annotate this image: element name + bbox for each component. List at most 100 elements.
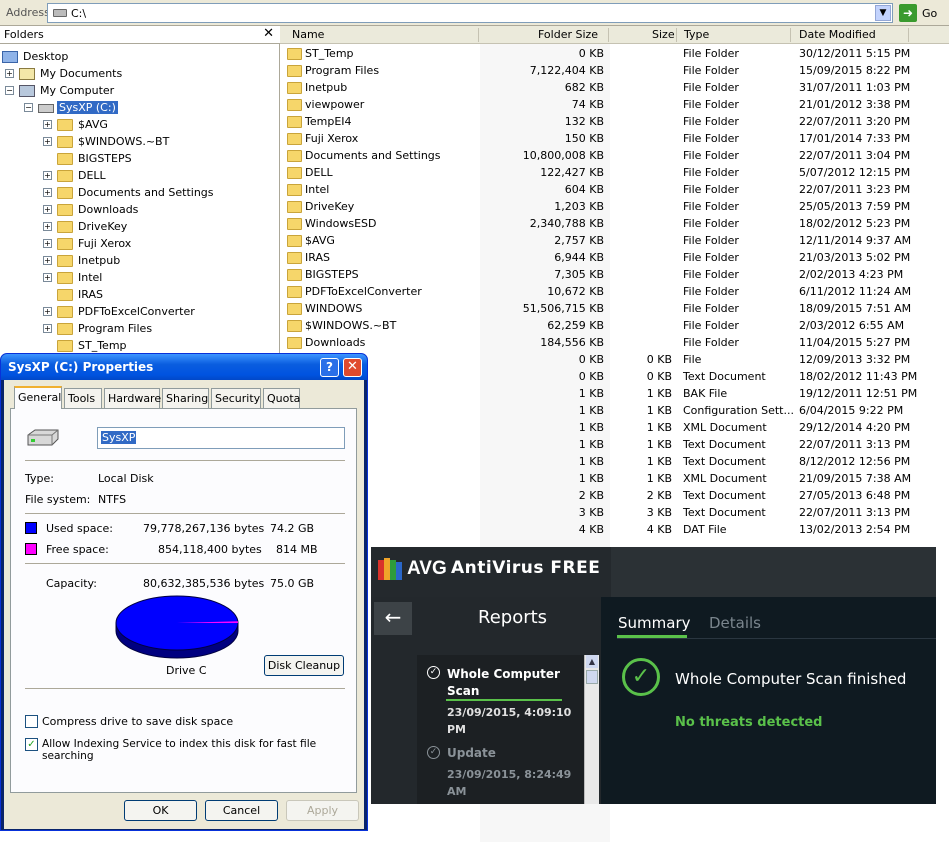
reports-scrollbar[interactable]: ▲: [584, 655, 599, 804]
file-row[interactable]: 0 KB 0 KB File 12/09/2013 3:32 PM: [280, 351, 949, 368]
column-folder-size[interactable]: Folder Size: [538, 28, 598, 41]
expand-icon[interactable]: +: [43, 188, 52, 197]
close-button[interactable]: ✕: [343, 358, 362, 377]
address-input[interactable]: C:\ ▼: [47, 3, 893, 23]
collapse-icon[interactable]: −: [24, 103, 33, 112]
free-space-label: Free space:: [46, 543, 109, 556]
divider: [25, 563, 345, 564]
close-icon[interactable]: ✕: [263, 26, 274, 41]
file-row[interactable]: 1 KB 1 KB XML Document 21/09/2015 7:38 AM: [280, 470, 949, 487]
go-button[interactable]: ➜ Go: [899, 4, 949, 22]
drive-label-input[interactable]: SysXP: [97, 427, 345, 449]
file-folder-size: 51,506,715 KB: [522, 302, 604, 315]
disk-cleanup-button[interactable]: Disk Cleanup: [264, 655, 344, 676]
file-row[interactable]: 4 KB 4 KB DAT File 13/02/2013 2:54 PM: [280, 521, 949, 538]
tab-tools[interactable]: Tools: [64, 388, 102, 408]
file-row[interactable]: 1 KB 1 KB Configuration Sett... 6/04/2015 9…: [280, 402, 949, 419]
file-row[interactable]: Intel 604 KB File Folder 22/07/2011 3:23 PM: [280, 181, 949, 198]
column-type[interactable]: Type: [684, 28, 709, 41]
ok-button[interactable]: OK: [124, 800, 197, 821]
back-arrow-icon[interactable]: ←: [374, 602, 412, 635]
file-date-modified: 31/07/2011 1:03 PM: [799, 81, 911, 94]
dialog-body: General Tools Hardware Sharing Security …: [4, 380, 364, 829]
file-row[interactable]: WindowsESD 2,340,788 KB File Folder 18/02/2…: [280, 215, 949, 232]
file-row[interactable]: WINDOWS 51,506,715 KB File Folder 18/09/201…: [280, 300, 949, 317]
column-size[interactable]: Size: [652, 28, 675, 41]
expand-icon[interactable]: +: [5, 69, 14, 78]
expand-icon[interactable]: +: [43, 239, 52, 248]
column-separator[interactable]: [676, 28, 677, 42]
file-row[interactable]: viewpower 74 KB File Folder 21/01/2012 3:38…: [280, 96, 949, 113]
file-name: Inetpub: [305, 81, 348, 94]
column-separator[interactable]: [608, 28, 609, 42]
file-row[interactable]: PDFToExcelConverter 10,672 KB File Folder 6…: [280, 283, 949, 300]
tab-summary[interactable]: Summary: [618, 614, 691, 632]
compress-checkbox[interactable]: [25, 715, 38, 728]
tab-details[interactable]: Details: [709, 614, 761, 632]
expand-icon[interactable]: +: [43, 256, 52, 265]
expand-icon[interactable]: +: [43, 307, 52, 316]
file-row[interactable]: $WINDOWS.~BT 62,259 KB File Folder 2/03/201…: [280, 317, 949, 334]
column-name[interactable]: Name: [292, 28, 324, 41]
tab-hardware[interactable]: Hardware: [104, 388, 161, 408]
file-row[interactable]: 1 KB 1 KB BAK File 19/12/2011 12:51 PM: [280, 385, 949, 402]
file-row[interactable]: 1 KB 1 KB Text Document 22/07/2011 3:13 PM: [280, 436, 949, 453]
file-row[interactable]: DELL 122,427 KB File Folder 5/07/2012 12:15…: [280, 164, 949, 181]
file-row[interactable]: TempEI4 132 KB File Folder 22/07/2011 3:20 …: [280, 113, 949, 130]
scroll-thumb[interactable]: [586, 670, 598, 684]
file-date-modified: 22/07/2011 3:20 PM: [799, 115, 911, 128]
column-date-modified[interactable]: Date Modified: [799, 28, 876, 41]
file-row[interactable]: Downloads 184,556 KB File Folder 11/04/2015…: [280, 334, 949, 351]
expand-icon[interactable]: +: [43, 171, 52, 180]
file-type: File Folder: [683, 268, 739, 281]
file-row[interactable]: g3 KB3 KBText Document22/07/2011 3:13 PM: [280, 504, 949, 521]
file-folder-size: 122,427 KB: [540, 166, 604, 179]
cancel-button[interactable]: Cancel: [205, 800, 278, 821]
column-separator[interactable]: [790, 28, 791, 42]
address-dropdown-button[interactable]: ▼: [875, 5, 891, 21]
file-type: Text Document: [683, 489, 766, 502]
apply-button[interactable]: Apply: [286, 800, 359, 821]
collapse-icon[interactable]: −: [5, 86, 14, 95]
expand-icon[interactable]: +: [43, 205, 52, 214]
file-row[interactable]: 1 KB 1 KB XML Document 29/12/2014 4:20 PM: [280, 419, 949, 436]
file-row[interactable]: IRAS 6,944 KB File Folder 21/03/2013 5:02 P…: [280, 249, 949, 266]
file-row[interactable]: 2 KB 2 KB Text Document 27/05/2013 6:48 PM: [280, 487, 949, 504]
file-row[interactable]: Program Files 7,122,404 KB File Folder 15/0…: [280, 62, 949, 79]
expand-icon[interactable]: +: [43, 120, 52, 129]
expand-icon[interactable]: +: [43, 324, 52, 333]
file-row[interactable]: Documents and Settings 10,800,008 KB File …: [280, 147, 949, 164]
tab-sharing[interactable]: Sharing: [162, 388, 209, 408]
file-row[interactable]: BIGSTEPS 7,305 KB File Folder 2/02/2013 4:2…: [280, 266, 949, 283]
dialog-title-bar[interactable]: SysXP (C:) Properties ? ✕: [1, 354, 367, 380]
expand-icon[interactable]: +: [43, 273, 52, 282]
file-row[interactable]: $AVG 2,757 KB File Folder 12/11/2014 9:37 A…: [280, 232, 949, 249]
file-date-modified: 22/07/2011 3:04 PM: [799, 149, 911, 162]
help-button[interactable]: ?: [320, 358, 339, 377]
drive-icon: [38, 104, 54, 113]
file-date-modified: 13/02/2013 2:54 PM: [799, 523, 911, 536]
drive-caption: Drive C: [166, 664, 207, 677]
column-separator[interactable]: [478, 28, 479, 42]
file-row[interactable]: 1 KB 1 KB Text Document 8/12/2012 12:56 PM: [280, 453, 949, 470]
file-date-modified: 2/02/2013 4:23 PM: [799, 268, 904, 281]
tab-quota[interactable]: Quota: [263, 388, 300, 408]
column-separator[interactable]: [908, 28, 909, 42]
indexing-checkbox[interactable]: ✓: [25, 738, 38, 751]
file-row[interactable]: t0 KB0 KBText Document18/02/2012 11:43 P…: [280, 368, 949, 385]
tree-node-label: IRAS: [78, 288, 103, 301]
file-row[interactable]: Inetpub 682 KB File Folder 31/07/2011 1:03 …: [280, 79, 949, 96]
report-item-scan[interactable]: ✓ Whole Computer Scan 23/09/2015, 4:09:1…: [417, 657, 584, 736]
expand-icon[interactable]: +: [43, 137, 52, 146]
file-row[interactable]: Fuji Xerox 150 KB File Folder 17/01/2014 7:…: [280, 130, 949, 147]
tree-node-label: Intel: [78, 271, 103, 284]
file-type: Text Document: [683, 438, 766, 451]
report-item-update[interactable]: ✓ Update 23/09/2015, 8:24:49 AM: [417, 743, 584, 805]
tab-security[interactable]: Security: [211, 388, 261, 408]
file-row[interactable]: DriveKey 1,203 KB File Folder 25/05/2013 7:…: [280, 198, 949, 215]
tab-general[interactable]: General: [14, 386, 62, 409]
file-row[interactable]: ST_Temp 0 KB File Folder 30/12/2011 5:15 PM: [280, 45, 949, 62]
scroll-up-icon[interactable]: ▲: [586, 655, 598, 668]
file-folder-size: 184,556 KB: [540, 336, 604, 349]
expand-icon[interactable]: +: [43, 222, 52, 231]
